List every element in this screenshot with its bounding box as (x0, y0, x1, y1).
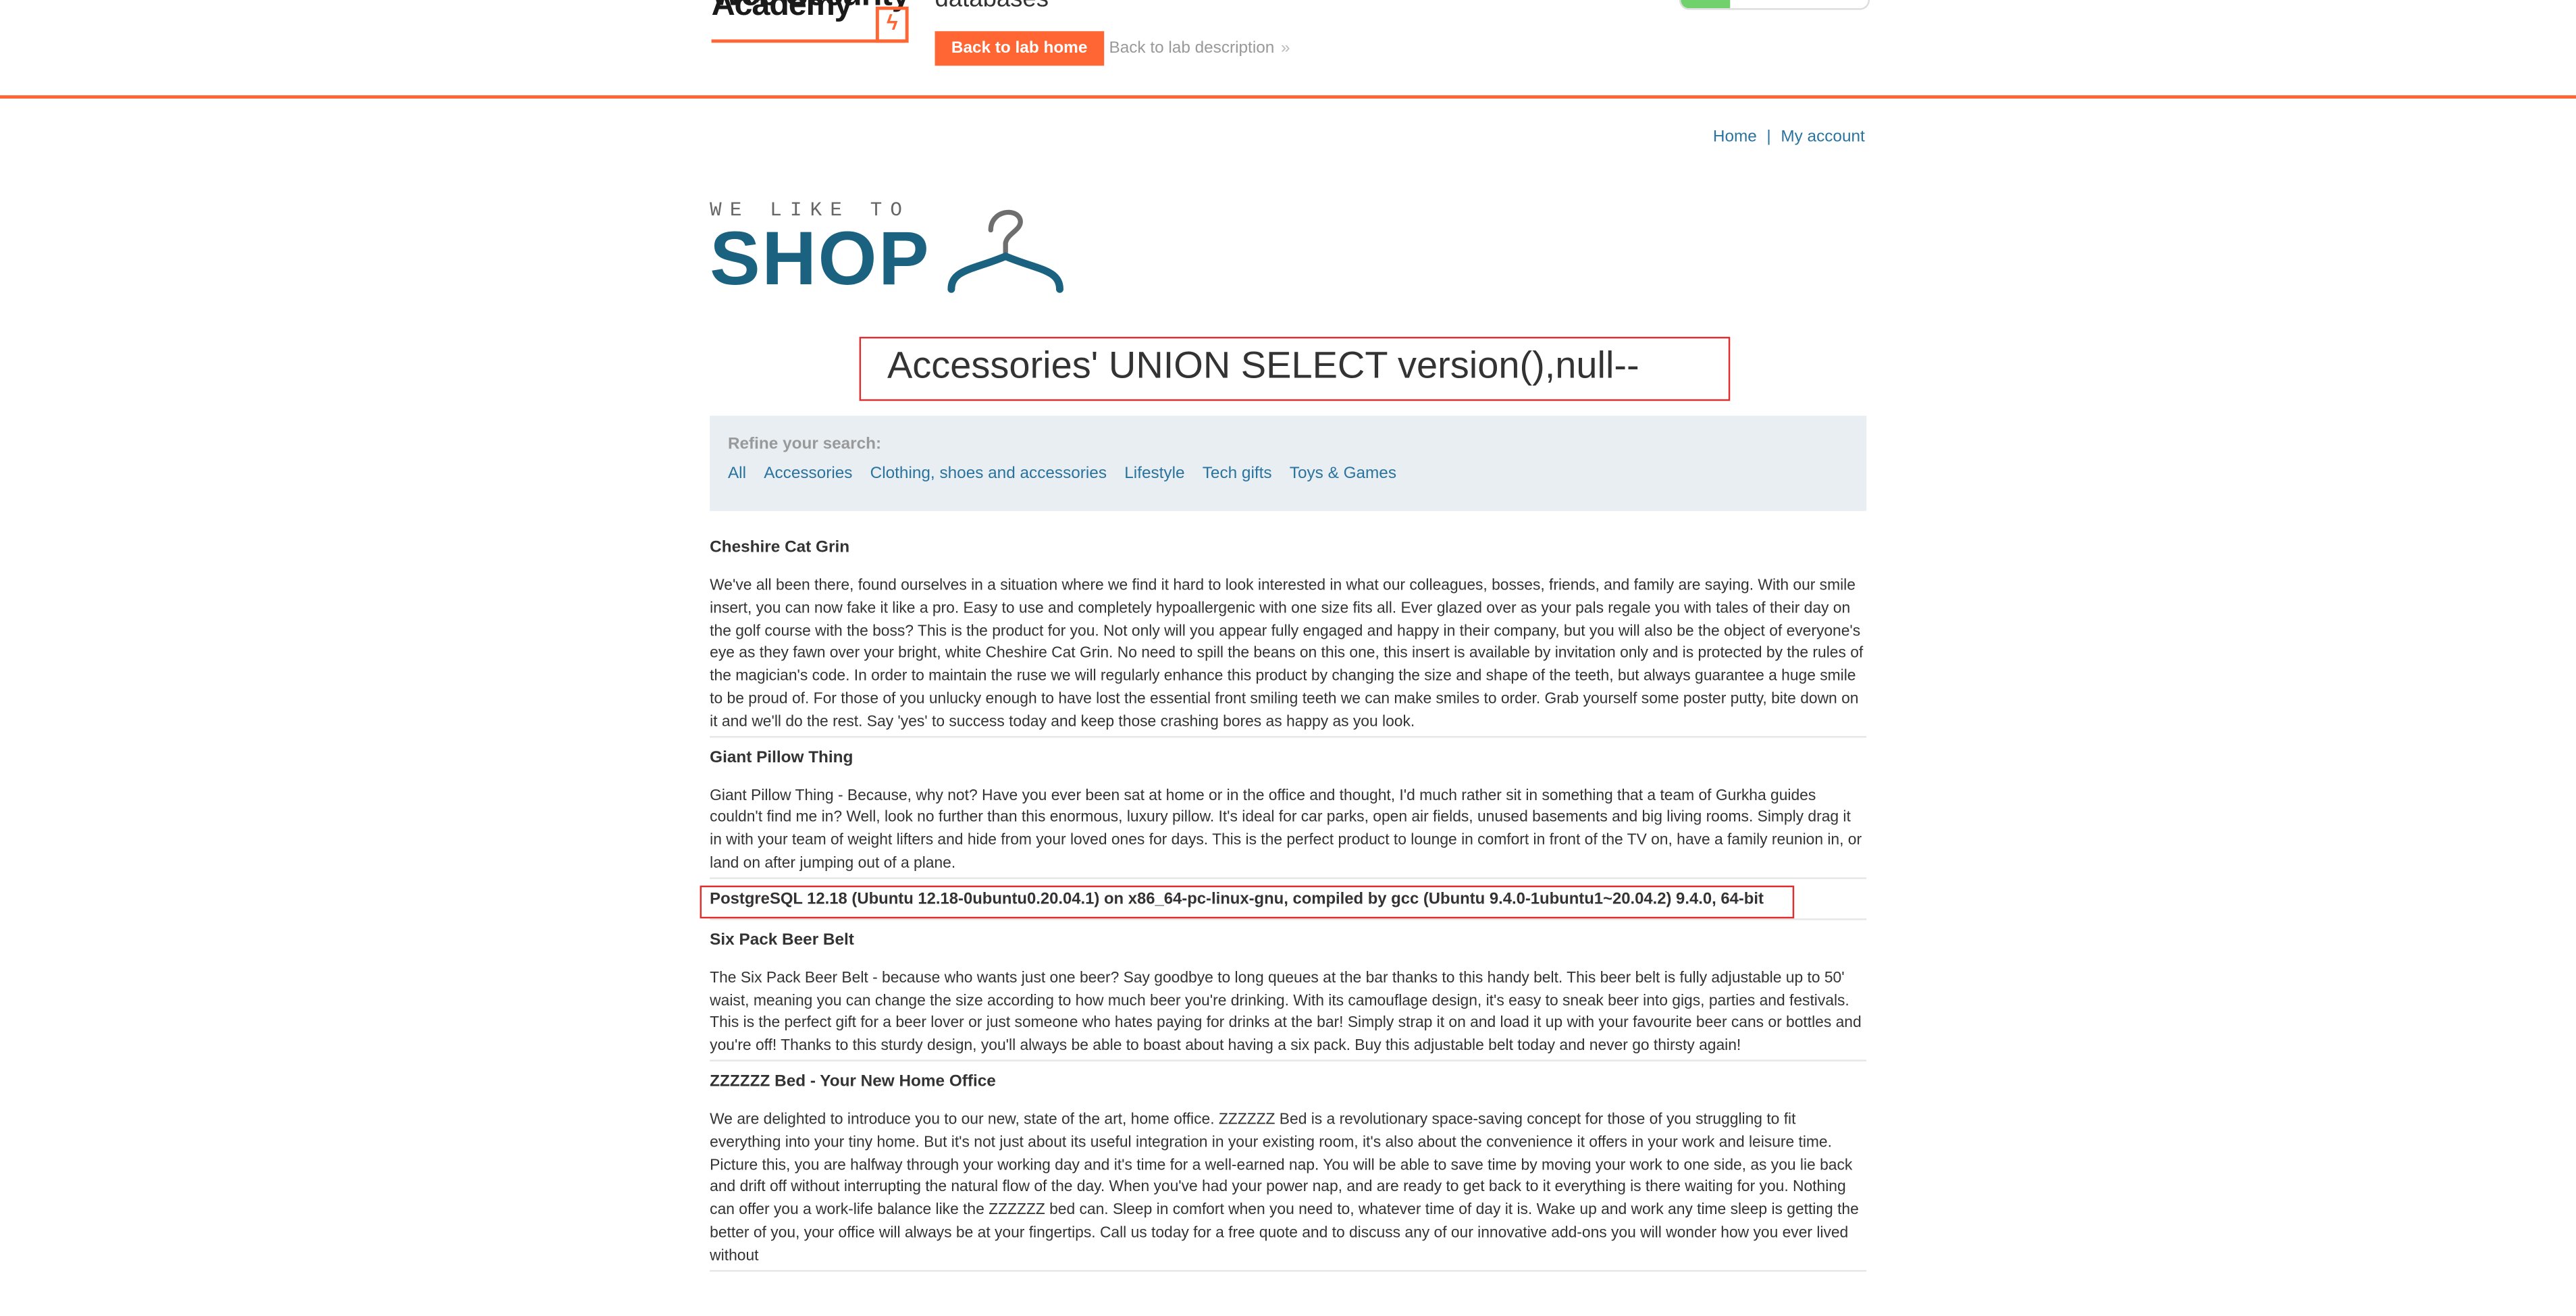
lab-status-indicator (1681, 0, 1731, 9)
filter-accessories[interactable]: Accessories (759, 465, 858, 483)
product-description: We are delighted to introduce you to our… (710, 1109, 1859, 1263)
product-description: Giant Pillow Thing - Because, why not? H… (710, 785, 1862, 871)
product-list: Cheshire Cat Grin We've all been there, … (700, 537, 1867, 1281)
filter-panel: Refine your search: All Accessories Clot… (710, 415, 1867, 511)
logo-underline (711, 39, 905, 43)
hanger-icon (947, 209, 1063, 293)
lightning-icon: ϟ (875, 6, 909, 43)
back-to-lab-description-link[interactable]: Back to lab description » (1109, 39, 1290, 57)
filter-clothing-shoes-accessories[interactable]: Clothing, shoes and accessories (865, 465, 1111, 483)
nav-home-link[interactable]: Home (1713, 128, 1757, 147)
page-title: Accessories' UNION SELECT version(),null… (887, 343, 1639, 386)
filter-all[interactable]: All (723, 465, 752, 483)
filter-tech-gifts[interactable]: Tech gifts (1197, 465, 1276, 483)
chevron-right-icon: » (1281, 39, 1290, 58)
product-title: ZZZZZZ Bed - Your New Home Office (710, 1072, 996, 1091)
web-security-academy-logo[interactable]: Web Security Academy ϟ (711, 0, 919, 49)
lab-status-widget (1679, 0, 1870, 10)
academy-header: Web Security Academy ϟ databases Back to… (0, 0, 2576, 99)
product-item: Six Pack Beer Belt The Six Pack Beer Bel… (710, 930, 1867, 1061)
shop-logo-word: SHOP (710, 215, 931, 301)
database-version-text: PostgreSQL 12.18 (Ubuntu 12.18-0ubuntu0.… (710, 890, 1764, 909)
product-title: Giant Pillow Thing (710, 748, 853, 767)
product-item: Cheshire Cat Grin We've all been there, … (710, 537, 1867, 737)
shop-logo: WE LIKE TO SHOP (710, 194, 1088, 301)
back-to-lab-description-label: Back to lab description (1109, 39, 1275, 58)
product-item: ZZZZZZ Bed - Your New Home Office We are… (710, 1071, 1867, 1271)
filter-lifestyle[interactable]: Lifestyle (1120, 465, 1190, 483)
logo-line-2: Academy (711, 0, 853, 24)
nav-my-account-link[interactable]: My account (1781, 128, 1864, 147)
lab-title: databases (935, 0, 1049, 13)
back-to-lab-home-button[interactable]: Back to lab home (935, 31, 1104, 66)
product-title: Six Pack Beer Belt (710, 931, 854, 949)
product-description: We've all been there, found ourselves in… (710, 575, 1864, 729)
page: Web Security Academy ϟ databases Back to… (0, 0, 2576, 1316)
filter-toys-games[interactable]: Toys & Games (1284, 465, 1401, 483)
product-description: The Six Pack Beer Belt - because who wan… (710, 967, 1862, 1054)
filter-links: All Accessories Clothing, shoes and acce… (723, 465, 1405, 483)
product-item: Giant Pillow Thing Giant Pillow Thing - … (710, 747, 1867, 879)
nav-separator: | (1766, 128, 1771, 147)
version-result-row: PostgreSQL 12.18 (Ubuntu 12.18-0ubuntu0.… (700, 885, 1867, 920)
product-title: Cheshire Cat Grin (710, 539, 850, 557)
refine-search-label: Refine your search: (727, 435, 882, 454)
top-nav: Home | My account (1713, 128, 1865, 147)
